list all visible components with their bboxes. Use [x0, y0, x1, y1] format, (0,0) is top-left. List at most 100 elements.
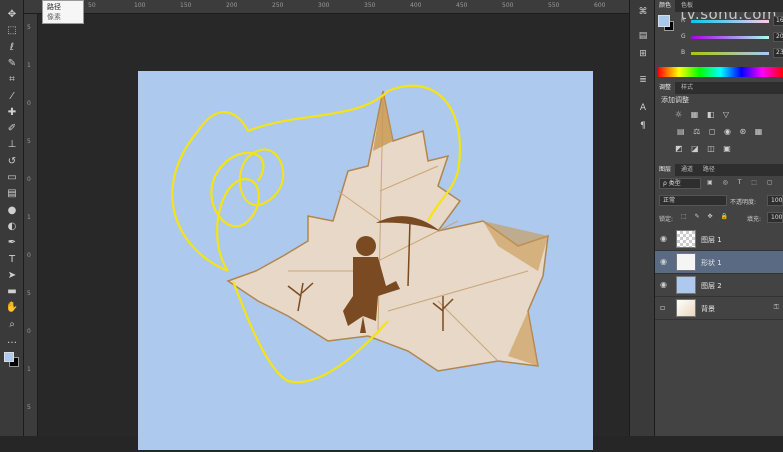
toolbar-foreground-color[interactable] [4, 352, 14, 362]
type-icon[interactable]: T [4, 253, 20, 267]
visibility-empty-icon[interactable]: ▫ [660, 303, 665, 312]
layer-name[interactable]: 形状 1 [701, 258, 722, 268]
ruler-tick-label: 400 [410, 2, 422, 9]
layer-name[interactable]: 背景 [701, 304, 715, 314]
adjustments-panel-tabs: 调整 样式 [655, 82, 783, 94]
slider-value-field[interactable]: 235 [773, 48, 783, 58]
tab-adjustments[interactable]: 调整 [655, 82, 676, 94]
blur-icon[interactable]: ● [4, 204, 20, 218]
tab-layers[interactable]: 图层 [655, 164, 676, 176]
fill-label: 填充: [747, 216, 762, 223]
lock-icons[interactable]: ⬚ ✎ ✥ 🔒 [681, 213, 731, 220]
ruler-tick-label: 5 [27, 24, 31, 31]
tab-styles[interactable]: 样式 [677, 82, 697, 94]
slider-label: B [681, 49, 686, 56]
color-slider-r[interactable]: R 168 [681, 16, 783, 28]
slider-value-field[interactable]: 168 [773, 16, 783, 26]
eyedropper-icon[interactable]: ⁄ [4, 90, 20, 104]
eye-icon[interactable]: ◉ [660, 234, 667, 243]
paragraph-panel-icon[interactable]: ≣ [636, 74, 650, 86]
more-icon[interactable]: … [4, 334, 20, 348]
color-spectrum-bar[interactable] [658, 67, 783, 77]
document-workspace [38, 14, 629, 450]
gradient-icon[interactable]: ▤ [4, 187, 20, 201]
history-brush-icon[interactable]: ↺ [4, 155, 20, 169]
ruler-tick-label: 0 [27, 176, 31, 183]
tooltip-title: 路径 [47, 3, 61, 11]
pen-icon[interactable]: ✒ [4, 236, 20, 250]
lock-label: 锁定: [659, 216, 674, 223]
layer-thumbnail [676, 299, 696, 317]
slider-value-field[interactable]: 203 [773, 32, 783, 42]
blend-opacity-row: 正常 不透明度: 100 [655, 195, 783, 209]
layer-filter-dropdown[interactable]: ρ 类型 [659, 178, 701, 189]
foreground-color-swatch[interactable] [658, 15, 670, 27]
opacity-field[interactable]: 100 [767, 195, 783, 206]
eye-icon[interactable]: ◉ [660, 280, 667, 289]
ruler-tick-label: 150 [180, 2, 192, 9]
opacity-label: 不透明度: [730, 199, 757, 206]
lock-icon: ⚿ [773, 303, 779, 311]
paragraph-icon[interactable]: ¶ [636, 120, 650, 132]
slider-track[interactable] [691, 20, 769, 23]
slider-track[interactable] [691, 52, 769, 55]
color-slider-b[interactable]: B 235 [681, 48, 783, 60]
tab-paths[interactable]: 路径 [699, 164, 719, 176]
collapsed-panel-strip: ⌘ ▤ ⊞ ≣ A ¶ [629, 0, 655, 436]
layer-thumbnail [676, 253, 696, 271]
ruler-tick-label: 1 [27, 62, 31, 69]
slider-label: G [681, 33, 686, 40]
path-select-icon[interactable]: ➤ [4, 269, 20, 283]
ruler-tick-label: 500 [502, 2, 514, 9]
healing-icon[interactable]: ✚ [4, 106, 20, 120]
adjustment-icons-row-1[interactable]: ☼ ▦ ◧ ▽ [675, 110, 775, 120]
dodge-icon[interactable]: ◐ [4, 220, 20, 234]
marquee-icon[interactable]: ⬚ [4, 24, 20, 38]
move-icon[interactable]: ✥ [4, 8, 20, 22]
ruler-tick-label: 600 [594, 2, 606, 9]
layer-name[interactable]: 图层 2 [701, 281, 722, 291]
zoom-icon[interactable]: ⌕ [4, 318, 20, 332]
fill-field[interactable]: 100 [767, 212, 783, 223]
ruler-tick-label: 0 [27, 328, 31, 335]
eye-icon[interactable]: ◉ [660, 257, 667, 266]
color-panel-tabs: 颜色 色板 [655, 0, 783, 12]
shape-icon[interactable]: ▬ [4, 285, 20, 299]
tab-swatches[interactable]: 色板 [677, 0, 697, 12]
adjustment-icons-row-3[interactable]: ◩ ◪ ◫ ▣ [675, 144, 775, 154]
layer-filter-row: ρ 类型 ▣ ◎ T ⬚ ▢ [655, 178, 783, 192]
blend-mode-dropdown[interactable]: 正常 [659, 195, 727, 206]
horizontal-ruler: 050100150200250300350400450500550600650 [24, 0, 651, 14]
filter-icons[interactable]: ▣ ◎ T ⬚ ▢ [707, 179, 777, 186]
color-slider-g[interactable]: G 203 [681, 32, 783, 44]
stamp-icon[interactable]: ⊥ [4, 138, 20, 152]
character-panel-icon[interactable]: A [636, 102, 650, 114]
ruler-tick-label: 5 [27, 290, 31, 297]
layer-row[interactable]: ◉ 图层 2 [655, 274, 783, 297]
slider-track[interactable] [691, 36, 769, 39]
quick-select-icon[interactable]: ✎ [4, 57, 20, 71]
layer-row[interactable]: ◉ 图层 1 [655, 228, 783, 251]
clone-source-icon[interactable]: ⊞ [636, 48, 650, 60]
layer-row[interactable]: ◉ 形状 1 [655, 251, 783, 274]
layer-row[interactable]: ▫ 背景 ⚿ [655, 297, 783, 320]
crop-icon[interactable]: ⌗ [4, 73, 20, 87]
history-icon[interactable]: ⌘ [636, 6, 650, 18]
layer-thumbnail [676, 276, 696, 294]
lasso-icon[interactable]: ℓ [4, 41, 20, 55]
eraser-icon[interactable]: ▭ [4, 171, 20, 185]
tab-channels[interactable]: 通道 [677, 164, 697, 176]
tools-panel: ✥ ⬚ ℓ ✎ ⌗ ⁄ ✚ ✐ ⊥ ↺ ▭ ▤ ● ◐ ✒ T ➤ ▬ ✋ ⌕ … [0, 0, 24, 436]
layer-name[interactable]: 图层 1 [701, 235, 722, 245]
adjustment-icons-row-2[interactable]: ▤ ⚖ ◻ ◉ ⊛ ▦ [677, 127, 777, 137]
brush-icon[interactable]: ✐ [4, 122, 20, 136]
tab-color[interactable]: 颜色 [655, 0, 676, 12]
ruler-tick-label: 300 [318, 2, 330, 9]
ruler-tick-label: 1 [27, 214, 31, 221]
hand-icon[interactable]: ✋ [4, 301, 20, 315]
document-canvas[interactable] [138, 71, 593, 450]
brush-preset-icon[interactable]: ▤ [636, 30, 650, 42]
ruler-tick-label: 0 [27, 252, 31, 259]
ruler-tick-label: 5 [27, 404, 31, 411]
ruler-tick-label: 100 [134, 2, 146, 9]
